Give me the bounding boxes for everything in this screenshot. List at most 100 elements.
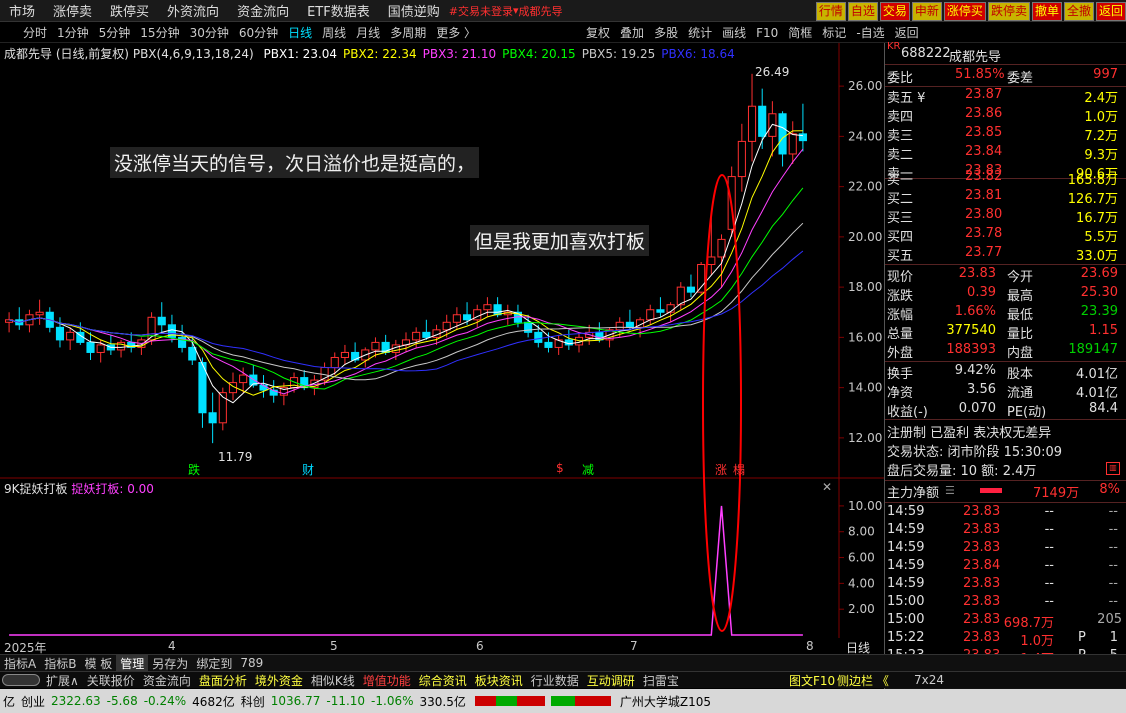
menu-etf-table[interactable]: ETF数据表 xyxy=(298,1,379,20)
buy-level-label: 买一 xyxy=(887,173,914,188)
tab-similar-kline[interactable]: 相似K线 xyxy=(307,672,359,688)
remove-watchlist-button[interactable]: -自选 xyxy=(851,24,889,41)
menu-capital-flow[interactable]: 资金流向 xyxy=(228,1,298,20)
candle-body xyxy=(412,331,421,341)
registration-info: 注册制 已盈利 表决权无差异 xyxy=(885,422,1126,441)
login-status[interactable]: #交易未登录 xyxy=(449,3,513,19)
buy-price: 23.80 xyxy=(965,207,1003,222)
cancel-order-button[interactable]: 撤单 xyxy=(1031,2,1062,21)
tab-interactive-research[interactable]: 互动调研 xyxy=(583,672,639,688)
tab-capital-flow[interactable]: 资金流向 xyxy=(139,672,195,688)
candle-body xyxy=(66,331,75,341)
f10-button[interactable]: F10 xyxy=(751,26,783,40)
back-button[interactable]: 返回 xyxy=(1095,2,1126,21)
event-marker[interactable]: 财 xyxy=(302,461,314,478)
period-30min[interactable]: 30分钟 xyxy=(185,24,234,41)
mark-button[interactable]: 标记 xyxy=(817,24,851,41)
chart-icon[interactable]: ▥ xyxy=(1106,462,1120,475)
sell-volume: 9.3万 xyxy=(1084,148,1118,163)
tab-sector-news[interactable]: 板块资讯 xyxy=(471,672,527,688)
tick-price: 23.84 xyxy=(963,558,1001,573)
menu-limitdown-buy[interactable]: 跌停买 xyxy=(101,1,158,20)
tick-volume: 698.7万 xyxy=(1003,616,1054,631)
tab-indicator-a[interactable]: 指标A xyxy=(0,655,40,671)
sub-tick-label: 2.00 xyxy=(848,602,875,616)
stat-label-2: 量比 xyxy=(1007,327,1034,342)
ipo-button[interactable]: 申新 xyxy=(911,2,942,21)
sidebar-toggle[interactable]: 侧边栏 《 xyxy=(833,672,893,688)
tick-volume: -- xyxy=(1044,540,1054,555)
candle-body xyxy=(615,321,624,331)
stock-name-link[interactable]: 成都先导 xyxy=(518,3,562,19)
tab-value-added[interactable]: 增值功能 xyxy=(359,672,415,688)
tab-bind-to[interactable]: 绑定到 xyxy=(192,655,236,671)
sell-level-label: 卖三 xyxy=(887,129,914,144)
function-tabs: 扩展∧ 关联报价 资金流向 盘面分析 境外资金 相似K线 增值功能 综合资讯 板… xyxy=(0,671,1126,688)
stat-label-2: 内盘 xyxy=(1007,346,1034,361)
list-icon[interactable]: ☰ xyxy=(945,484,955,497)
tab-market-analysis[interactable]: 盘面分析 xyxy=(195,672,251,688)
limitdown-sell-button[interactable]: 跌停卖 xyxy=(987,2,1030,21)
period-5min[interactable]: 5分钟 xyxy=(94,24,136,41)
period-timeshare[interactable]: 分时 xyxy=(18,24,52,41)
stat-value: 0.070 xyxy=(958,401,996,416)
toggle-switch[interactable] xyxy=(2,674,40,686)
tick-dash: -- xyxy=(1108,594,1118,609)
tab-template[interactable]: 模 板 xyxy=(80,655,116,671)
menu-market[interactable]: 市场 xyxy=(0,1,44,20)
tab-industry-data[interactable]: 行业数据 xyxy=(527,672,583,688)
quote-button[interactable]: 行情 xyxy=(815,2,846,21)
news-7x24[interactable]: 7x24 xyxy=(910,673,948,687)
period-monthly[interactable]: 月线 xyxy=(351,24,385,41)
buy-level-label: 买四 xyxy=(887,230,914,245)
buy-price: 23.81 xyxy=(965,188,1003,203)
menu-limitup-sell[interactable]: 涨停卖 xyxy=(44,1,101,20)
tab-expand[interactable]: 扩展∧ xyxy=(42,672,83,688)
overlay-button[interactable]: 叠加 xyxy=(615,24,649,41)
event-marker[interactable]: 榻 xyxy=(733,461,745,478)
period-60min[interactable]: 60分钟 xyxy=(234,24,283,41)
kline-chart-area[interactable]: 26.00 24.00 22.00 20.00 18.00 16.00 14.00 12.00… xyxy=(0,43,884,668)
tab-related-quote[interactable]: 关联报价 xyxy=(83,672,139,688)
menu-foreign-flow[interactable]: 外资流向 xyxy=(158,1,228,20)
period-weekly[interactable]: 周线 xyxy=(317,24,351,41)
limitup-buy-button[interactable]: 涨停买 xyxy=(943,2,986,21)
period-daily[interactable]: 日线 xyxy=(283,24,317,41)
period-1min[interactable]: 1分钟 xyxy=(52,24,94,41)
event-marker[interactable]: 涨 xyxy=(715,461,727,478)
menu-reverse-repo[interactable]: 国债逆购 xyxy=(379,1,449,20)
adjust-button[interactable]: 复权 xyxy=(581,24,615,41)
event-marker[interactable]: $ xyxy=(556,461,564,475)
tab-news[interactable]: 综合资讯 xyxy=(415,672,471,688)
sub-close-icon[interactable]: ✕ xyxy=(822,480,832,494)
draw-line-button[interactable]: 画线 xyxy=(717,24,751,41)
stats-button[interactable]: 统计 xyxy=(683,24,717,41)
period-15min[interactable]: 15分钟 xyxy=(135,24,184,41)
watchlist-button[interactable]: 自选 xyxy=(847,2,878,21)
tab-f10-graphic[interactable]: 图文F10 xyxy=(785,672,839,688)
event-marker[interactable]: 减 xyxy=(582,461,594,478)
tab-foreign-capital[interactable]: 境外资金 xyxy=(251,672,307,688)
simple-frame-button[interactable]: 简框 xyxy=(783,24,817,41)
sell-price: 23.87 xyxy=(965,87,1003,102)
tab-mine-scan[interactable]: 扫雷宝 xyxy=(639,672,683,688)
tab-indicator-b[interactable]: 指标B xyxy=(40,655,80,671)
cancel-all-button[interactable]: 全撤 xyxy=(1063,2,1094,21)
tab-789[interactable]: 789 xyxy=(236,656,267,670)
event-marker[interactable]: 跌 xyxy=(188,461,200,478)
candle-body xyxy=(463,314,472,321)
tab-manage[interactable]: 管理 xyxy=(116,655,149,671)
indicator-name[interactable]: PBX(4,6,9,13,18,24) xyxy=(133,47,254,61)
breadth-bar-2 xyxy=(550,696,611,706)
period-multi[interactable]: 多周期 xyxy=(385,24,431,41)
tab-save-as[interactable]: 另存为 xyxy=(148,655,192,671)
multi-stock-button[interactable]: 多股 xyxy=(649,24,683,41)
toolbar-back-button[interactable]: 返回 xyxy=(890,24,924,41)
period-more[interactable]: 更多 〉 xyxy=(431,24,481,41)
trade-status-row: 交易状态: 闭市阶段 15:30:09 xyxy=(885,441,1126,460)
stat-row: 总量 377540 量比 1.15 xyxy=(885,323,1126,342)
sub-indicator-title[interactable]: 9K捉妖打板 xyxy=(4,482,68,496)
trade-button[interactable]: 交易 xyxy=(879,2,910,21)
price-tick-label: 14.00 xyxy=(848,381,882,395)
kline-chart-svg[interactable]: 26.00 24.00 22.00 20.00 18.00 16.00 14.00 12.00… xyxy=(0,43,884,638)
